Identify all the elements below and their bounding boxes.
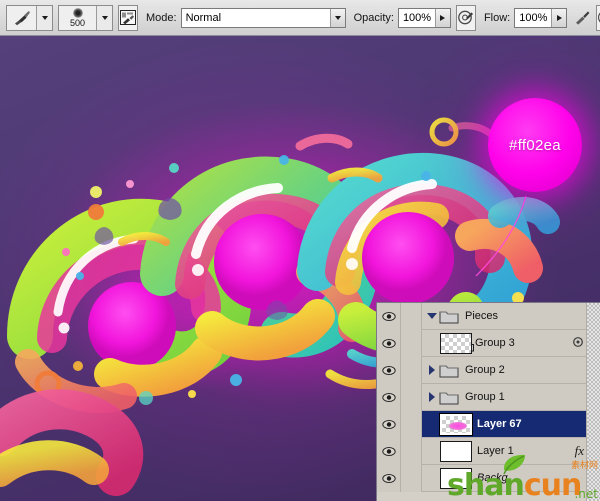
tablet-pressure-opacity-icon (458, 10, 473, 25)
brush-size-value: 500 (69, 18, 86, 28)
folder-icon (439, 309, 459, 324)
layer-link-slot[interactable] (401, 437, 422, 465)
layer-thumbnail[interactable] (439, 412, 473, 436)
brush-size-caret[interactable] (97, 5, 112, 30)
layer-row-group-3[interactable]: Group 3 (377, 329, 600, 357)
chevron-down-icon (41, 15, 48, 20)
layer-link-slot[interactable] (401, 329, 422, 357)
color-hex-label: #ff02ea (509, 136, 561, 154)
brush-tip-dot (72, 8, 83, 18)
layer-row-body[interactable]: Backg (422, 465, 600, 492)
folder-icon (439, 392, 459, 404)
opacity-caret[interactable] (434, 8, 450, 27)
layer-link-slot[interactable] (401, 303, 422, 330)
layer-link-slot[interactable] (401, 383, 422, 411)
chevron-down-icon (334, 15, 341, 20)
brush-size-picker[interactable]: 500 (58, 4, 113, 31)
brush-preset-caret[interactable] (37, 5, 52, 30)
layer-row-layer-1[interactable]: Layer 1 fx (377, 437, 600, 465)
eye-icon (381, 365, 396, 375)
blend-mode-caret[interactable] (329, 8, 345, 27)
layer-row-body[interactable]: Pieces (422, 303, 600, 330)
layer-row-body[interactable]: Group 1 (422, 384, 600, 411)
eye-icon (381, 338, 396, 348)
layer-visibility-toggle[interactable] (377, 464, 401, 492)
folder-icon (439, 311, 459, 323)
layer-row-group-1[interactable]: Group 1 (377, 383, 600, 411)
options-bar: 500 Mode: Normal Opacity: 100% Flow: 100… (0, 0, 600, 36)
brush-size-preview: 500 (59, 5, 97, 30)
layer-name: Pieces (465, 310, 499, 322)
eye-icon (381, 446, 396, 456)
flow-input[interactable]: 100% (514, 7, 568, 28)
chevron-down-icon (101, 15, 108, 20)
layer-name: Group 1 (465, 391, 505, 403)
blend-mode-select[interactable]: Normal (180, 7, 346, 28)
layer-visibility-toggle[interactable] (377, 356, 401, 384)
layer-thumbnail[interactable] (440, 467, 472, 489)
layer-link-slot[interactable] (401, 464, 422, 492)
layer-visibility-toggle[interactable] (377, 437, 401, 465)
tablet-pressure-flow-icon (576, 11, 590, 25)
layers-panel-scrollbar[interactable] (586, 303, 600, 501)
layer-link-slot[interactable] (401, 356, 422, 384)
color-swatch-bubble[interactable]: #ff02ea (488, 98, 582, 192)
layer-name: Backg (477, 472, 508, 484)
layer-effects-icon[interactable]: fx (575, 443, 584, 459)
layer-visibility-toggle[interactable] (377, 410, 401, 438)
layer-thumbnail[interactable] (440, 440, 472, 462)
flow-value: 100% (515, 8, 552, 27)
folder-icon (439, 390, 459, 405)
flow-caret[interactable] (551, 8, 567, 27)
brushes-palette-toggle[interactable] (118, 4, 138, 31)
eye-icon (381, 311, 396, 321)
layer-name: Layer 67 (477, 418, 522, 430)
layer-row-body[interactable]: Group 3 (422, 330, 600, 357)
chevron-right-icon (440, 14, 446, 21)
layer-row-backg[interactable]: Backg (377, 464, 600, 492)
layer-visibility-toggle[interactable] (377, 329, 401, 357)
layer-row-layer-67[interactable]: Layer 67 (377, 410, 600, 438)
blend-mode-value: Normal (181, 8, 330, 27)
brushes-palette-icon (120, 10, 136, 25)
layer-style-icon (573, 336, 583, 347)
chevron-right-icon (556, 14, 562, 21)
folder-icon (439, 363, 459, 378)
mode-label: Mode: (146, 11, 177, 24)
photoshop-window: 500 Mode: Normal Opacity: 100% Flow: 100… (0, 0, 600, 501)
triangle-right-icon[interactable] (425, 392, 439, 402)
layer-name: Group 2 (465, 364, 505, 376)
thumbnail-content (449, 421, 467, 430)
triangle-down-icon[interactable] (425, 313, 439, 319)
layer-name: Layer 1 (477, 445, 514, 457)
brush-preset-picker[interactable] (6, 4, 53, 31)
layer-row-pieces[interactable]: Pieces (377, 303, 600, 330)
flow-pressure-toggle[interactable] (573, 5, 591, 31)
layer-name: Group 3 (475, 337, 515, 349)
airbrush-toggle[interactable] (596, 4, 600, 31)
artwork-bottom-left-mass (0, 389, 144, 496)
opacity-pressure-toggle[interactable] (455, 4, 476, 31)
layer-style-indicator[interactable] (572, 336, 584, 351)
opacity-value: 100% (398, 8, 435, 27)
layer-visibility-toggle[interactable] (377, 303, 401, 330)
layers-list: Pieces Group 3 Group 2 Group 1 Layer 67 Layer… (377, 303, 600, 492)
opacity-input[interactable]: 100% (397, 7, 451, 28)
eye-icon (381, 473, 396, 483)
layer-visibility-toggle[interactable] (377, 383, 401, 411)
layer-row-body[interactable]: Layer 67 (422, 411, 600, 438)
paintbrush-icon (7, 5, 37, 30)
folder-icon (439, 365, 459, 377)
eye-icon (381, 419, 396, 429)
opacity-label: Opacity: (353, 11, 394, 24)
triangle-right-icon[interactable] (425, 365, 439, 375)
layer-row-group-2[interactable]: Group 2 (377, 356, 600, 384)
eye-icon (381, 392, 396, 402)
layers-panel[interactable]: Pieces Group 3 Group 2 Group 1 Layer 67 Layer… (376, 302, 600, 501)
layer-row-body[interactable]: Group 2 (422, 357, 600, 384)
layer-thumbnail[interactable] (440, 332, 472, 354)
layer-link-slot[interactable] (401, 410, 422, 438)
layer-row-body[interactable]: Layer 1 fx (422, 438, 600, 465)
flow-label: Flow: (483, 11, 511, 24)
